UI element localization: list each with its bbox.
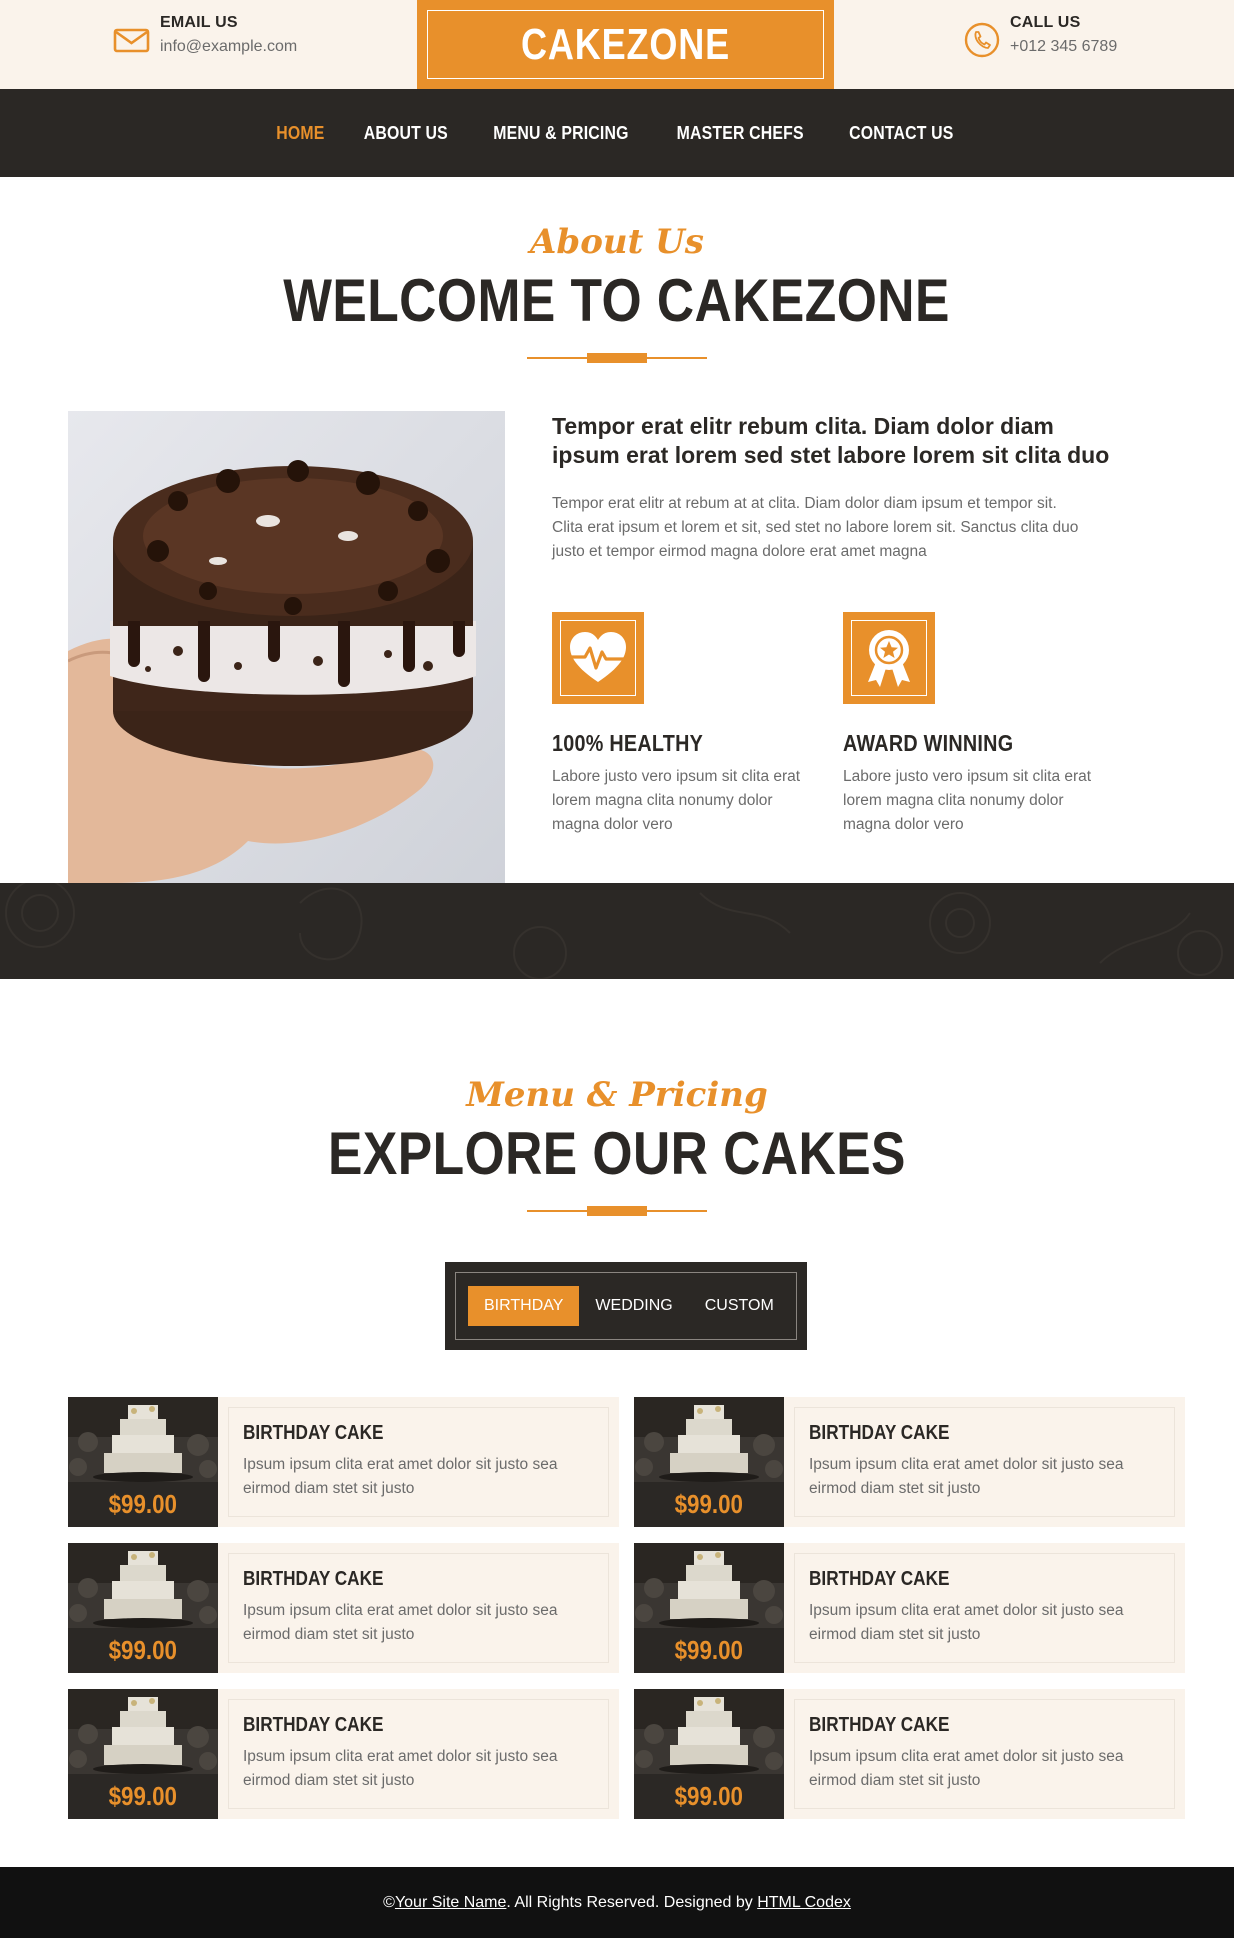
phone-value[interactable]: +012 345 6789 bbox=[1010, 38, 1117, 56]
feature-award: AWARD WINNING Labore justo vero ipsum si… bbox=[843, 612, 1113, 837]
feature-icon-box bbox=[552, 612, 644, 704]
menu-item-card[interactable]: $99.00 BIRTHDAY CAKE Ipsum ipsum clita era… bbox=[634, 1689, 1185, 1819]
menu-title: EXPLORE OUR CAKES bbox=[328, 1120, 906, 1187]
menu-item-info: BIRTHDAY CAKE Ipsum ipsum clita erat amet… bbox=[794, 1699, 1175, 1809]
menu-item-card[interactable]: $99.00 BIRTHDAY CAKE Ipsum ipsum clita era… bbox=[68, 1397, 619, 1527]
top-bar: EMAIL US info@example.com CAKEZONE CALL … bbox=[0, 0, 1234, 89]
menu-item-text: Ipsum ipsum clita erat amet dolor sit ju… bbox=[809, 1602, 1124, 1643]
menu-script-title: Menu & Pricing bbox=[466, 1075, 768, 1115]
tab-custom[interactable]: CUSTOM bbox=[689, 1286, 790, 1326]
price-tag: $99.00 bbox=[68, 1628, 218, 1673]
about-script-title: About Us bbox=[530, 222, 704, 262]
footer: © Your Site Name . All Rights Reserved. … bbox=[0, 1867, 1234, 1938]
menu-item-text: Ipsum ipsum clita erat amet dolor sit ju… bbox=[243, 1748, 558, 1789]
feature-icon-box bbox=[843, 612, 935, 704]
about-title: WELCOME TO CAKEZONE bbox=[283, 267, 951, 334]
menu-item-info: BIRTHDAY CAKE Ipsum ipsum clita erat amet… bbox=[794, 1407, 1175, 1517]
price-tag: $99.00 bbox=[634, 1482, 784, 1527]
menu-item-card[interactable]: $99.00 BIRTHDAY CAKE Ipsum ipsum clita era… bbox=[634, 1543, 1185, 1673]
feature-text: Labore justo vero ipsum sit clita erat l… bbox=[843, 768, 1092, 833]
menu-item-title: BIRTHDAY CAKE bbox=[809, 1422, 950, 1444]
menu-item-text: Ipsum ipsum clita erat amet dolor sit ju… bbox=[809, 1456, 1124, 1497]
price-tag: $99.00 bbox=[634, 1628, 784, 1673]
nav-item-master-chefs[interactable]: MASTER CHEFS bbox=[676, 123, 803, 144]
menu-item-text: Ipsum ipsum clita erat amet dolor sit ju… bbox=[809, 1748, 1124, 1789]
menu-item-card[interactable]: $99.00 BIRTHDAY CAKE Ipsum ipsum clita era… bbox=[68, 1689, 619, 1819]
heartbeat-icon bbox=[570, 632, 626, 682]
menu-item-title: BIRTHDAY CAKE bbox=[809, 1568, 950, 1590]
award-icon bbox=[868, 630, 910, 687]
phone-contact: CALL US +012 345 6789 bbox=[962, 14, 1117, 60]
tab-wedding[interactable]: WEDDING bbox=[579, 1286, 688, 1326]
footer-rights-text: . All Rights Reserved. Designed by bbox=[506, 1893, 758, 1911]
email-label: EMAIL US bbox=[160, 14, 238, 31]
price-tag: $99.00 bbox=[634, 1774, 784, 1819]
nav-item-home[interactable]: HOME bbox=[277, 123, 325, 144]
footer-site-link[interactable]: Your Site Name bbox=[395, 1894, 506, 1912]
menu-item-info: BIRTHDAY CAKE Ipsum ipsum clita erat amet… bbox=[794, 1553, 1175, 1663]
about-heading: Tempor erat elitr rebum clita. Diam dolo… bbox=[552, 413, 1110, 468]
decorative-band bbox=[0, 883, 1234, 979]
brand-name: CAKEZONE bbox=[520, 19, 731, 69]
feature-text: Labore justo vero ipsum sit clita erat l… bbox=[552, 768, 801, 833]
phone-label: CALL US bbox=[1010, 14, 1081, 31]
price-tag: $99.00 bbox=[68, 1482, 218, 1527]
menu-item-info: BIRTHDAY CAKE Ipsum ipsum clita erat amet… bbox=[228, 1699, 609, 1809]
footer-copyright: © bbox=[383, 1893, 395, 1911]
title-divider bbox=[527, 353, 707, 363]
tab-birthday[interactable]: BIRTHDAY bbox=[468, 1286, 580, 1326]
menu-item-text: Ipsum ipsum clita erat amet dolor sit ju… bbox=[243, 1602, 558, 1643]
email-value[interactable]: info@example.com bbox=[160, 38, 297, 56]
menu-item-title: BIRTHDAY CAKE bbox=[243, 1568, 384, 1590]
envelope-icon bbox=[113, 28, 150, 53]
menu-item-info: BIRTHDAY CAKE Ipsum ipsum clita erat amet… bbox=[228, 1553, 609, 1663]
menu-item-card[interactable]: $99.00 BIRTHDAY CAKE Ipsum ipsum clita era… bbox=[68, 1543, 619, 1673]
about-section-header: About Us WELCOME TO CAKEZONE bbox=[0, 222, 1234, 363]
menu-item-title: BIRTHDAY CAKE bbox=[243, 1714, 384, 1736]
about-text: Tempor erat elitr at rebum at at clita. … bbox=[552, 495, 1079, 560]
menu-tabs: BIRTHDAY WEDDING CUSTOM bbox=[445, 1262, 807, 1350]
footer-designer-link[interactable]: HTML Codex bbox=[757, 1894, 851, 1912]
phone-icon bbox=[964, 22, 1000, 58]
menu-item-info: BIRTHDAY CAKE Ipsum ipsum clita erat amet… bbox=[228, 1407, 609, 1517]
feature-title: AWARD WINNING bbox=[843, 730, 1014, 756]
nav-item-contact-us[interactable]: CONTACT US bbox=[849, 123, 953, 144]
title-divider bbox=[527, 1206, 707, 1216]
brand-logo[interactable]: CAKEZONE bbox=[417, 0, 834, 89]
menu-item-title: BIRTHDAY CAKE bbox=[243, 1422, 384, 1444]
nav-item-about-us[interactable]: ABOUT US bbox=[364, 123, 448, 144]
menu-section-header: Menu & Pricing EXPLORE OUR CAKES bbox=[0, 1075, 1234, 1216]
feature-title: 100% HEALTHY bbox=[552, 730, 704, 756]
menu-item-title: BIRTHDAY CAKE bbox=[809, 1714, 950, 1736]
main-nav: HOME ABOUT US MENU & PRICING MASTER CHEF… bbox=[0, 89, 1234, 177]
menu-item-text: Ipsum ipsum clita erat amet dolor sit ju… bbox=[243, 1456, 558, 1497]
menu-item-card[interactable]: $99.00 BIRTHDAY CAKE Ipsum ipsum clita era… bbox=[634, 1397, 1185, 1527]
nav-item-menu-pricing[interactable]: MENU & PRICING bbox=[493, 123, 628, 144]
email-contact: EMAIL US info@example.com bbox=[112, 14, 297, 60]
cake-photo bbox=[68, 411, 505, 883]
price-tag: $99.00 bbox=[68, 1774, 218, 1819]
feature-healthy: 100% HEALTHY Labore justo vero ipsum sit… bbox=[552, 612, 822, 837]
